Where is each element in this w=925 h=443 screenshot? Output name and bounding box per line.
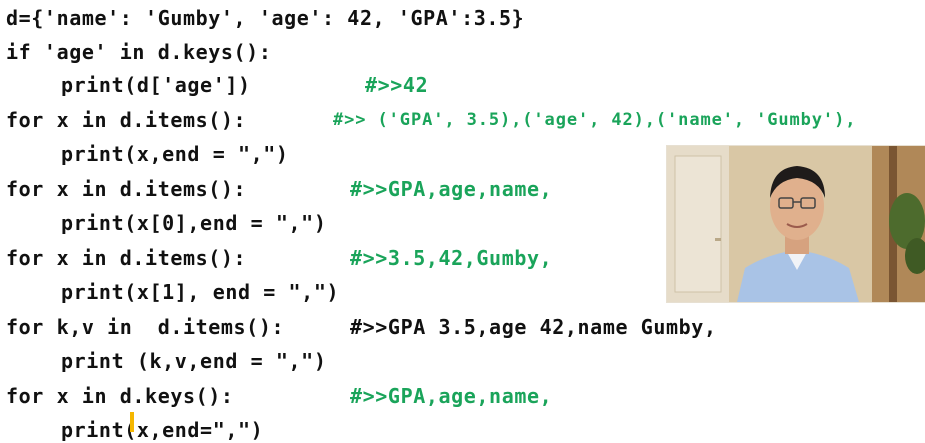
code-line-8: for x in d.items(): [6,246,247,270]
code-line-10: for k,v in d.items(): [6,315,285,339]
code-line-2: if 'age' in d.keys(): [6,40,272,64]
code-comment-3: #>>42 [365,73,429,97]
code-comment-12: #>>GPA,age,name, [350,384,553,408]
code-line-3: print(d['age']) [61,73,251,97]
code-line-5: print(x,end = ",") [61,142,289,166]
code-line-12: for x in d.keys(): [6,384,234,408]
code-comment-10: #>>GPA 3.5,age 42,name Gumby, [350,315,717,339]
code-line-1: d={'name': 'Gumby', 'age': 42, 'GPA':3.5… [6,6,525,30]
code-line-6: for x in d.items(): [6,177,247,201]
code-line-7: print(x[0],end = ",") [61,211,327,235]
code-line-4: for x in d.items(): [6,108,247,132]
presenter-video [667,146,925,302]
code-line-13: print(x,end=",") [61,418,264,442]
code-comment-6: #>>GPA,age,name, [350,177,553,201]
code-comment-8: #>>3.5,42,Gumby, [350,246,553,270]
text-cursor [130,412,134,432]
presenter-video-image [667,146,925,302]
code-line-9: print(x[1], end = ",") [61,280,340,304]
slide: d={'name': 'Gumby', 'age': 42, 'GPA':3.5… [0,0,925,443]
code-line-11: print (k,v,end = ",") [61,349,327,373]
code-comment-4: #>> ('GPA', 3.5),('age', 42),('name', 'G… [333,110,857,130]
